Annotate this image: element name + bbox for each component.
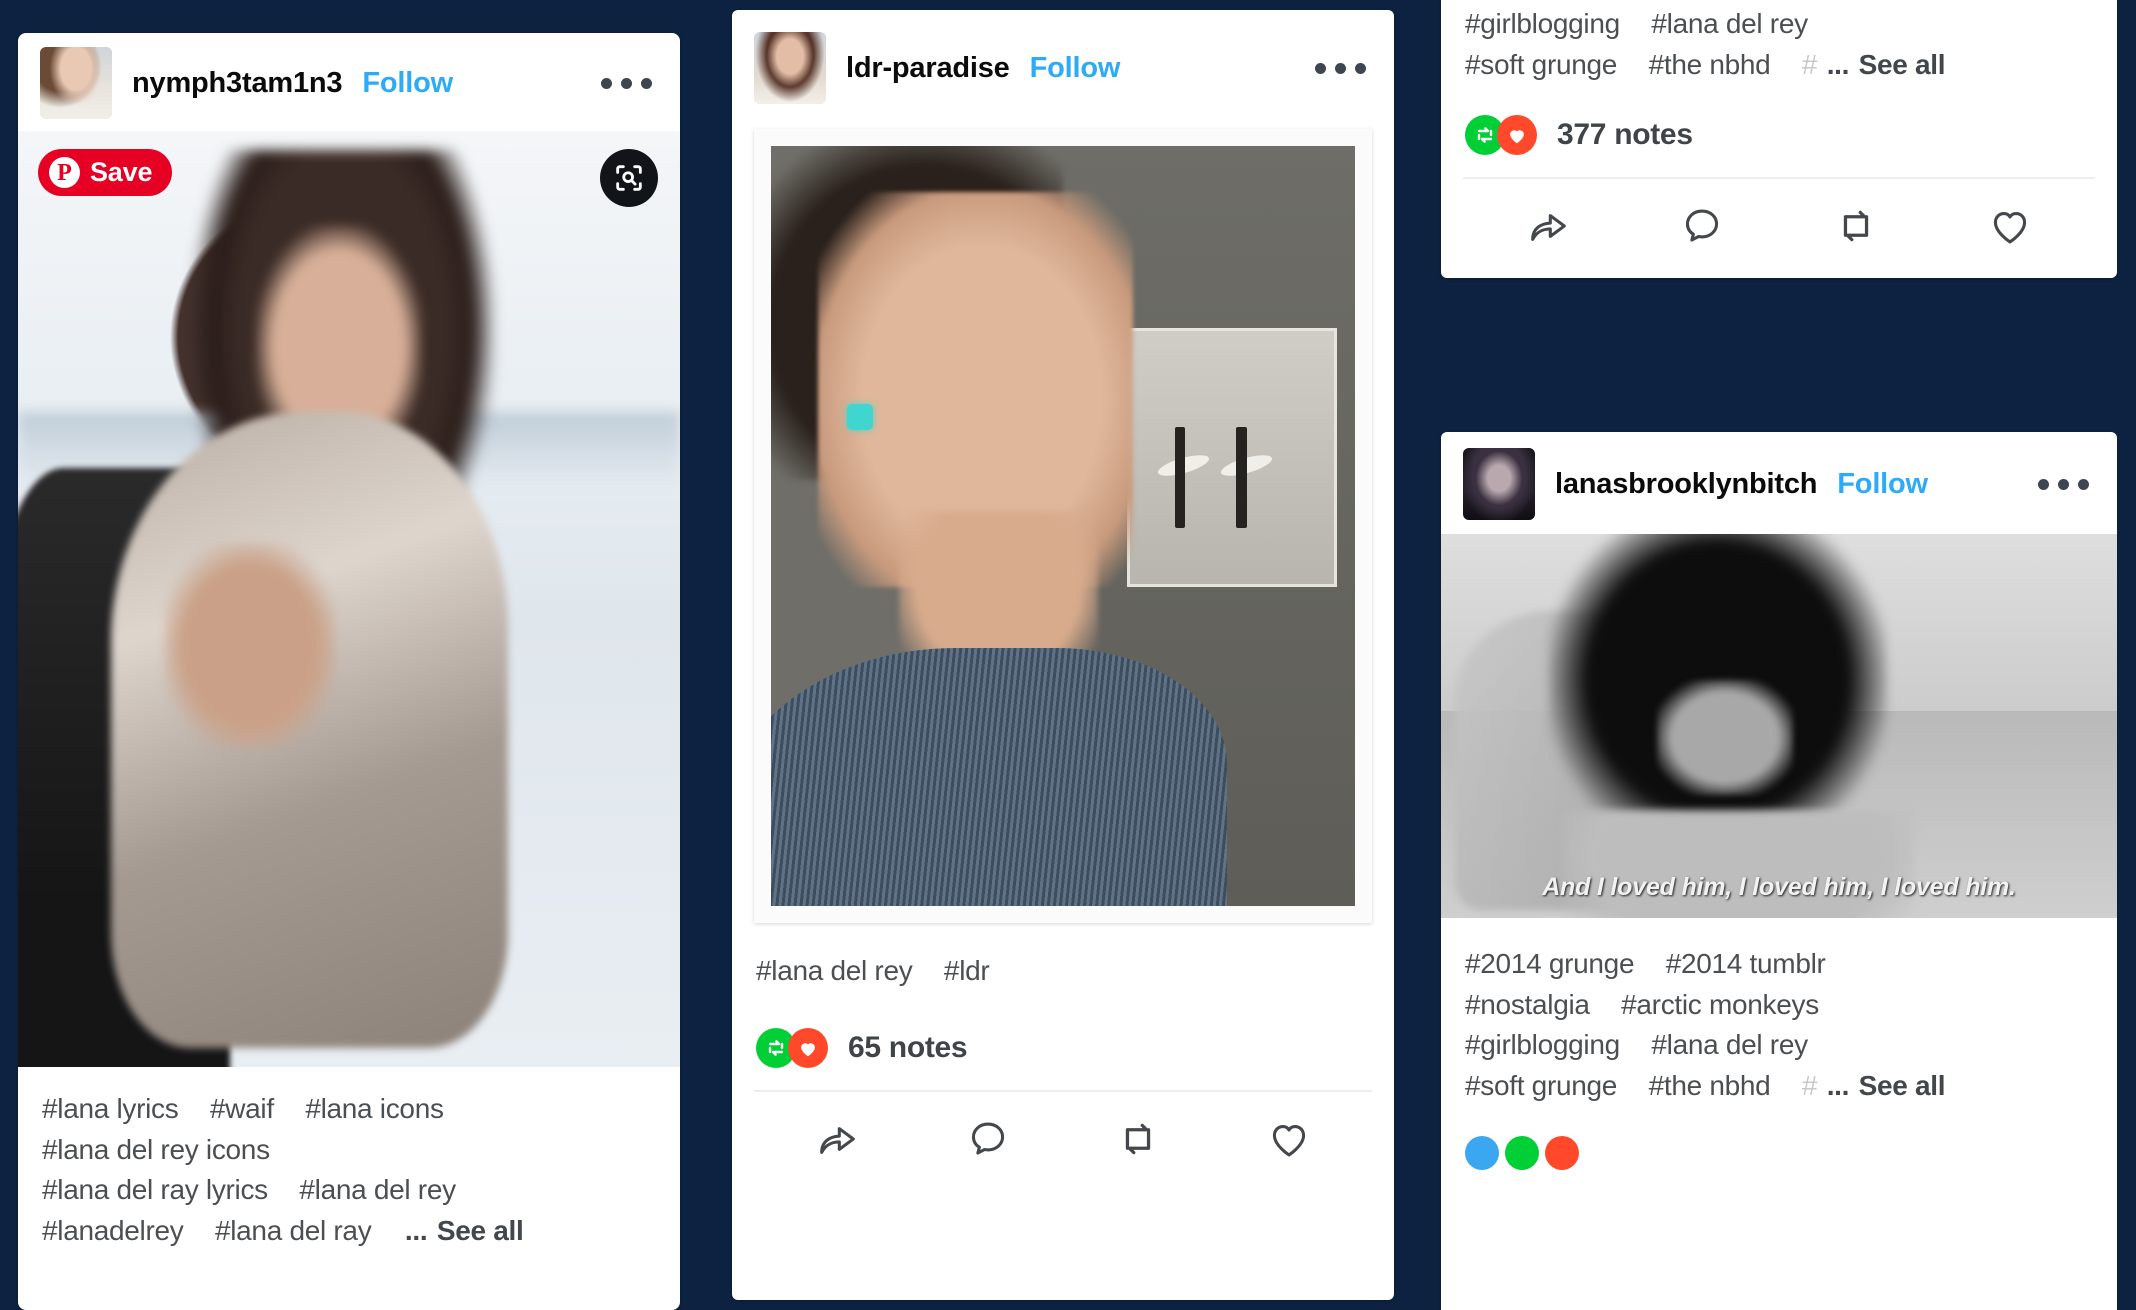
follow-button[interactable]: Follow — [1030, 52, 1121, 85]
post-image[interactable]: And I loved him, I loved him, I loved hi… — [1441, 534, 2117, 918]
see-all-link[interactable]: See all — [437, 1215, 524, 1246]
pinterest-save-button[interactable]: P Save — [38, 149, 173, 196]
post-tags: #2014 grunge #2014 tumblr #nostalgia #ar… — [1441, 918, 2117, 1106]
tag[interactable]: #2014 grunge — [1465, 944, 1635, 985]
post-card-ldr-paradise[interactable]: ldr-paradise Follow #lana del rey #ldr 6… — [732, 10, 1394, 1300]
image-caption: And I loved him, I loved him, I loved hi… — [1542, 873, 2016, 901]
see-all-link[interactable]: See all — [1859, 1070, 1946, 1101]
post-header: lanasbrooklynbitch Follow — [1441, 432, 2117, 534]
note-dot-reply — [1465, 1136, 1499, 1171]
tag[interactable]: #the nbhd — [1649, 45, 1771, 86]
tag[interactable]: #lana icons — [305, 1089, 444, 1130]
tag[interactable]: #soft grunge — [1465, 45, 1617, 86]
share-icon[interactable] — [1521, 199, 1575, 253]
post-photo-frame[interactable] — [754, 129, 1372, 923]
post-header: nymph3tam1n3 Follow — [18, 33, 680, 131]
save-button-label: Save — [90, 157, 153, 187]
notes-row[interactable]: 65 notes — [732, 992, 1394, 1090]
avatar-image — [754, 32, 826, 104]
tag[interactable]: #the nbhd — [1649, 1066, 1771, 1107]
avatar-image — [1463, 448, 1535, 520]
notes-count[interactable]: 65 notes — [848, 1031, 968, 1065]
tumblr-feed-board: nymph3tam1n3 Follow P Save #lana lyrics … — [0, 0, 2136, 1310]
like-badge-icon — [788, 1027, 828, 1068]
tag[interactable]: #waif — [210, 1089, 274, 1130]
reblog-icon[interactable] — [1829, 199, 1883, 253]
post-overflow-menu-icon[interactable] — [2038, 478, 2095, 490]
follow-button[interactable]: Follow — [1837, 468, 1928, 501]
note-dot-like — [1545, 1136, 1579, 1171]
tag[interactable]: #arctic monkeys — [1621, 985, 1819, 1026]
tag[interactable]: #2014 tumblr — [1666, 944, 1826, 985]
avatar[interactable] — [40, 47, 112, 119]
tag[interactable]: #lana del rey icons — [42, 1130, 270, 1171]
like-icon[interactable] — [1983, 199, 2037, 253]
notes-row[interactable]: 377 notes — [1441, 85, 2117, 177]
post-card-lanasbrooklynbitch[interactable]: lanasbrooklynbitch Follow And I loved hi… — [1441, 432, 2117, 1310]
tag[interactable]: #lana del ray — [215, 1211, 372, 1252]
notes-count[interactable]: 377 notes — [1557, 118, 1693, 152]
tag[interactable]: #lana del rey — [1651, 4, 1808, 45]
pin-image[interactable]: P Save — [18, 131, 680, 1067]
tag[interactable]: #lana del rey — [299, 1170, 456, 1211]
post-username[interactable]: lanasbrooklynbitch — [1555, 468, 1817, 501]
post-image[interactable] — [771, 146, 1355, 906]
share-icon[interactable] — [810, 1112, 864, 1166]
reblog-icon[interactable] — [1111, 1112, 1165, 1166]
post-username[interactable]: nymph3tam1n3 — [132, 67, 343, 100]
note-dot-reblog — [1505, 1136, 1539, 1171]
pinterest-logo-icon: P — [49, 157, 80, 188]
post-tags: #lana del rey #ldr — [732, 943, 1394, 992]
post-header: ldr-paradise Follow — [732, 10, 1394, 116]
see-all-ellipsis: ... — [1826, 48, 1850, 80]
post-image-artwork — [1441, 534, 2117, 918]
post-action-bar — [1441, 179, 2117, 275]
follow-button[interactable]: Follow — [362, 67, 453, 100]
avatar[interactable] — [1463, 448, 1535, 520]
pin-image-artwork — [18, 131, 680, 1067]
avatar[interactable] — [754, 32, 826, 104]
comment-icon[interactable] — [961, 1112, 1015, 1166]
post-action-bar — [732, 1092, 1394, 1188]
tag[interactable]: #lana del rey — [756, 951, 913, 992]
post-card-pin[interactable]: nymph3tam1n3 Follow P Save #lana lyrics … — [18, 33, 680, 1310]
truncated-tag: # — [1801, 1069, 1818, 1101]
tag[interactable]: #girlblogging — [1465, 4, 1620, 45]
tag[interactable]: #lana del rey — [1651, 1025, 1808, 1066]
note-avatars-row[interactable] — [1441, 1136, 2117, 1171]
comment-icon[interactable] — [1675, 199, 1729, 253]
see-all-ellipsis: ... — [1826, 1069, 1850, 1101]
post-overflow-menu-icon[interactable] — [1315, 62, 1372, 74]
see-all-link[interactable]: See all — [1859, 49, 1946, 80]
tag[interactable]: #girlblogging — [1465, 1025, 1620, 1066]
post-card-top-partial[interactable]: #girlblogging #lana del rey #soft grunge… — [1441, 0, 2117, 278]
visual-search-lens-icon[interactable] — [600, 149, 658, 207]
see-all-ellipsis: ... — [404, 1214, 428, 1246]
tag[interactable]: #lana del ray lyrics — [42, 1170, 268, 1211]
tag[interactable]: #lanadelrey — [42, 1211, 184, 1252]
tag[interactable]: #soft grunge — [1465, 1066, 1617, 1107]
avatar-image — [40, 47, 112, 119]
like-icon[interactable] — [1262, 1112, 1316, 1166]
tag[interactable]: #nostalgia — [1465, 985, 1590, 1026]
tag[interactable]: #lana lyrics — [42, 1089, 179, 1130]
tag[interactable]: #ldr — [944, 951, 990, 992]
truncated-tag: # — [1801, 48, 1818, 80]
post-image-artwork — [771, 146, 1355, 906]
post-overflow-menu-icon[interactable] — [601, 77, 658, 89]
post-tags: #lana lyrics #waif #lana icons #lana del… — [18, 1067, 680, 1255]
like-badge-icon — [1497, 115, 1537, 156]
post-username[interactable]: ldr-paradise — [846, 52, 1010, 85]
post-tags: #girlblogging #lana del rey #soft grunge… — [1441, 0, 2117, 85]
